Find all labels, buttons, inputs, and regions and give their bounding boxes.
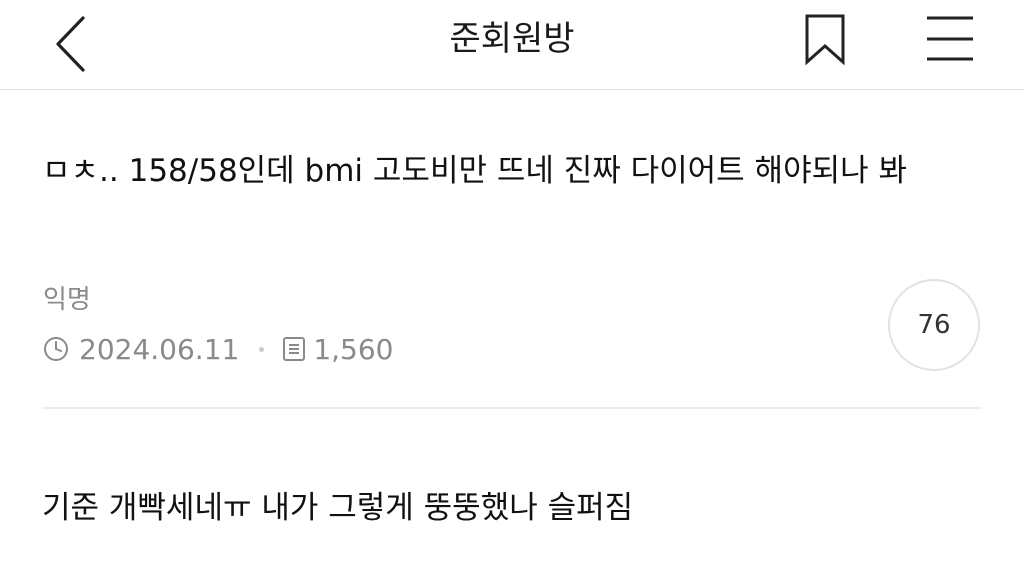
comment-count-button[interactable]: 76 — [888, 279, 980, 371]
view-count: 1,560 — [313, 332, 394, 366]
hamburger-menu-icon — [927, 16, 973, 61]
views-icon — [283, 337, 306, 361]
post-body: 기준 개빡세네ㅠ 내가 그렇게 뚱뚱했나 슬퍼짐 — [42, 490, 634, 526]
clock-icon — [44, 337, 68, 361]
bookmark-icon — [805, 14, 845, 66]
post-date: 2024.06.11 — [79, 332, 240, 366]
comment-count-label: 76 — [917, 310, 951, 340]
menu-button[interactable] — [920, 10, 980, 68]
post-meta: 2024.06.11 1,560 — [43, 331, 394, 367]
page-title: 준회원방 — [449, 19, 575, 59]
bookmark-button[interactable] — [798, 10, 852, 68]
post-title: ㅁㅊ.. 158/58인데 bmi 고도비만 뜨네 진짜 다이어트 해야되나 봐 — [42, 153, 908, 189]
post-author: 익명 — [43, 285, 91, 315]
header-bar: 준회원방 — [0, 0, 1024, 90]
divider — [42, 407, 982, 409]
separator-dot — [259, 346, 265, 352]
